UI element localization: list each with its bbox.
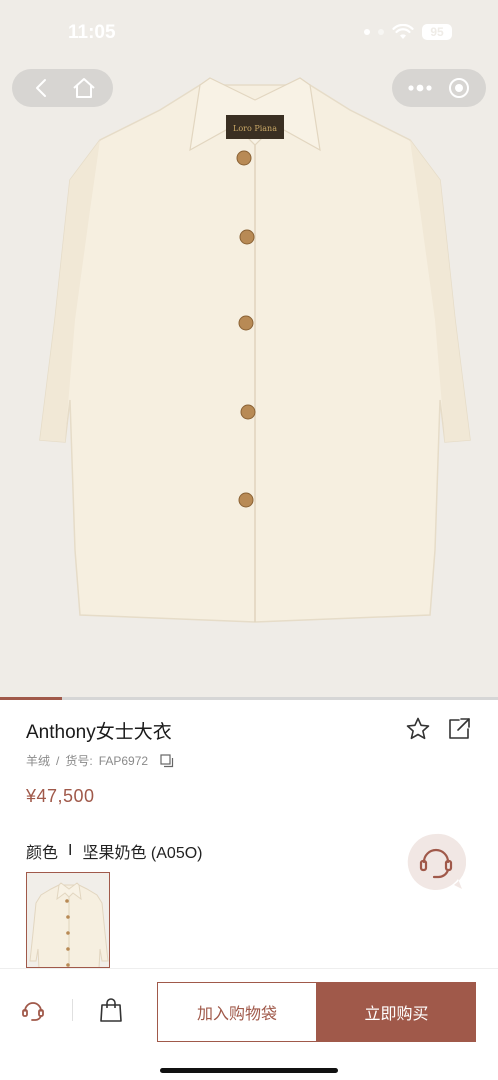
color-swatch-selected[interactable]: [26, 872, 110, 968]
battery-indicator: 95: [422, 24, 452, 40]
color-selector-row: 颜色 I 坚果奶色 (A05O): [26, 839, 203, 863]
meta-separator: /: [56, 753, 60, 768]
swatch-coat-image: [29, 882, 109, 967]
shopping-bag-icon: [100, 998, 122, 1022]
customer-service-button[interactable]: [406, 832, 466, 892]
share-icon: [449, 718, 470, 739]
signal-icon-secondary: [378, 29, 384, 35]
more-button[interactable]: [402, 73, 438, 103]
product-price: ¥47,500: [26, 786, 95, 806]
back-icon: [36, 79, 47, 97]
more-icon: [407, 84, 432, 92]
nav-capsule-left: [12, 69, 113, 107]
product-title: Anthony女士大衣: [26, 722, 172, 743]
nav-capsule-right: [392, 69, 486, 107]
add-to-cart-button[interactable]: 加入购物袋: [157, 982, 317, 1042]
product-image: Loro Piana: [39, 77, 471, 623]
star-icon: [406, 717, 430, 740]
product-image-carousel[interactable]: Loro Piana 11:05 95: [0, 0, 498, 697]
buy-now-button[interactable]: 立即购买: [317, 982, 476, 1042]
status-bar: 11:05 95: [0, 0, 498, 62]
favorite-button[interactable]: [405, 716, 431, 742]
color-label: 颜色: [26, 845, 59, 862]
svg-text:Loro Piana: Loro Piana: [233, 124, 277, 133]
signal-icon: [364, 29, 370, 35]
capsule-close-icon: [448, 78, 469, 98]
sku-label: 货号:: [65, 754, 93, 768]
shopping-bag-button[interactable]: [98, 997, 124, 1023]
bottom-divider: [72, 999, 73, 1021]
advisor-icon: [22, 1002, 44, 1021]
back-button[interactable]: [23, 73, 59, 103]
image-progress-fill: [0, 697, 63, 700]
status-time: 11:05: [68, 22, 116, 43]
advisor-button[interactable]: [20, 997, 46, 1023]
home-button[interactable]: [66, 73, 102, 103]
capsule-close-button[interactable]: [441, 73, 477, 103]
copy-icon[interactable]: [160, 753, 174, 768]
bottom-action-bar: 加入购物袋 立即购买: [0, 968, 498, 1080]
home-indicator: [160, 1068, 338, 1073]
product-meta: 羊绒 / 货号: FAP6972: [26, 752, 174, 769]
color-separator: I: [68, 842, 73, 859]
product-sku: FAP6972: [98, 753, 149, 768]
status-icons: 95: [364, 24, 452, 40]
image-progress-bar: [0, 697, 498, 700]
home-icon: [73, 78, 95, 98]
product-material: 羊绒: [26, 754, 51, 768]
color-value: 坚果奶色 (A05O): [82, 845, 203, 862]
share-button[interactable]: [446, 716, 472, 742]
wifi-icon: [392, 24, 414, 40]
